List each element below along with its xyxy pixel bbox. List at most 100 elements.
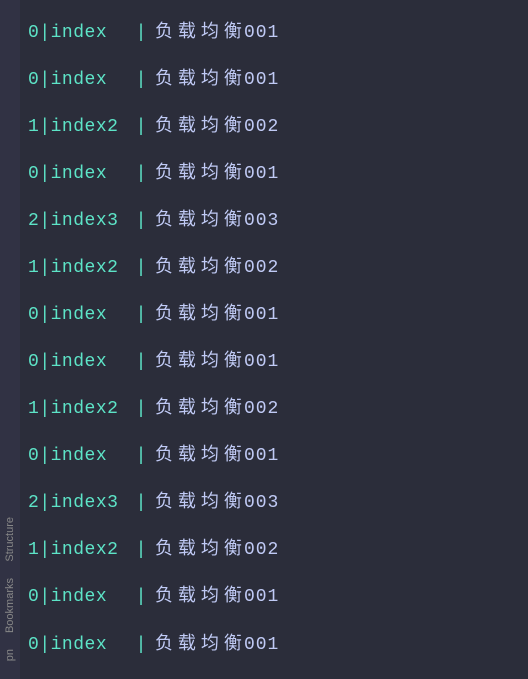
pipe-separator: | xyxy=(39,587,50,609)
process-id: 1 xyxy=(28,540,39,562)
log-message-number: 001 xyxy=(244,70,279,92)
column-separator: | xyxy=(136,352,147,374)
pipe-separator: | xyxy=(39,399,50,421)
process-name: index xyxy=(51,587,136,609)
pipe-separator: | xyxy=(39,352,50,374)
process-id: 0 xyxy=(28,446,39,468)
log-message-number: 002 xyxy=(244,117,279,139)
column-separator: | xyxy=(136,23,147,45)
log-line: 0|index| 负载均衡001 xyxy=(28,352,520,374)
pipe-separator: | xyxy=(39,446,50,468)
column-separator: | xyxy=(136,70,147,92)
sidebar-tab-npm[interactable]: pn xyxy=(2,641,18,669)
pipe-separator: | xyxy=(39,258,50,280)
log-line: 0|index| 负载均衡001 xyxy=(28,70,520,92)
process-id: 0 xyxy=(28,635,39,657)
sidebar-tab-label: Bookmarks xyxy=(4,578,16,633)
process-name: index2 xyxy=(51,117,136,139)
column-separator: | xyxy=(136,117,147,139)
process-id: 0 xyxy=(28,305,39,327)
log-message-number: 002 xyxy=(244,258,279,280)
process-name: index xyxy=(51,164,136,186)
pipe-separator: | xyxy=(39,117,50,139)
log-line: 1|index2| 负载均衡002 xyxy=(28,540,520,562)
process-name: index xyxy=(51,23,136,45)
process-id: 0 xyxy=(28,352,39,374)
column-separator: | xyxy=(136,258,147,280)
log-message: 负载均衡 xyxy=(155,117,247,139)
process-name: index3 xyxy=(51,211,136,233)
column-separator: | xyxy=(136,540,147,562)
log-line: 1|index2| 负载均衡002 xyxy=(28,117,520,139)
log-line: 0|index| 负载均衡001 xyxy=(28,164,520,186)
process-id: 1 xyxy=(28,399,39,421)
log-message: 负载均衡 xyxy=(155,540,247,562)
column-separator: | xyxy=(136,211,147,233)
pipe-separator: | xyxy=(39,70,50,92)
log-message: 负载均衡 xyxy=(155,399,247,421)
log-message: 负载均衡 xyxy=(155,493,247,515)
process-id: 1 xyxy=(28,258,39,280)
process-name: index2 xyxy=(51,399,136,421)
log-line: 0|index| 负载均衡001 xyxy=(28,635,520,657)
pipe-separator: | xyxy=(39,305,50,327)
log-line: 1|index2| 负载均衡002 xyxy=(28,258,520,280)
sidebar-tab-label: Structure xyxy=(4,517,16,562)
log-line: 1|index2| 负载均衡002 xyxy=(28,399,520,421)
sidebar-tab-structure[interactable]: Structure xyxy=(2,509,18,570)
process-id: 0 xyxy=(28,587,39,609)
pipe-separator: | xyxy=(39,23,50,45)
log-message: 负载均衡 xyxy=(155,446,247,468)
log-message-number: 001 xyxy=(244,352,279,374)
log-message: 负载均衡 xyxy=(155,635,247,657)
log-message-number: 001 xyxy=(244,164,279,186)
console-output[interactable]: 0|index| 负载均衡0010|index| 负载均衡0011|index2… xyxy=(20,0,528,679)
log-message-number: 003 xyxy=(244,211,279,233)
log-message-number: 003 xyxy=(244,493,279,515)
process-name: index2 xyxy=(51,540,136,562)
log-line: 0|index| 负载均衡001 xyxy=(28,23,520,45)
log-line: 0|index| 负载均衡001 xyxy=(28,587,520,609)
log-message: 负载均衡 xyxy=(155,164,247,186)
log-line: 0|index| 负载均衡001 xyxy=(28,305,520,327)
column-separator: | xyxy=(136,399,147,421)
process-id: 2 xyxy=(28,493,39,515)
process-id: 1 xyxy=(28,117,39,139)
log-message-number: 001 xyxy=(244,305,279,327)
log-line: 2|index3| 负载均衡003 xyxy=(28,211,520,233)
log-line: 0|index| 负载均衡001 xyxy=(28,446,520,468)
column-separator: | xyxy=(136,587,147,609)
process-id: 2 xyxy=(28,211,39,233)
column-separator: | xyxy=(136,635,147,657)
log-message: 负载均衡 xyxy=(155,305,247,327)
log-message-number: 001 xyxy=(244,635,279,657)
column-separator: | xyxy=(136,305,147,327)
process-name: index xyxy=(51,305,136,327)
column-separator: | xyxy=(136,446,147,468)
log-line: 2|index3| 负载均衡003 xyxy=(28,493,520,515)
pipe-separator: | xyxy=(39,211,50,233)
log-message: 负载均衡 xyxy=(155,587,247,609)
log-message: 负载均衡 xyxy=(155,352,247,374)
pipe-separator: | xyxy=(39,493,50,515)
log-message-number: 002 xyxy=(244,540,279,562)
column-separator: | xyxy=(136,164,147,186)
sidebar-tab-bookmarks[interactable]: Bookmarks xyxy=(2,570,18,641)
log-message: 负载均衡 xyxy=(155,211,247,233)
process-id: 0 xyxy=(28,23,39,45)
process-id: 0 xyxy=(28,164,39,186)
pipe-separator: | xyxy=(39,635,50,657)
log-message: 负载均衡 xyxy=(155,23,247,45)
process-name: index2 xyxy=(51,258,136,280)
column-separator: | xyxy=(136,493,147,515)
log-message-number: 001 xyxy=(244,23,279,45)
pipe-separator: | xyxy=(39,540,50,562)
process-name: index xyxy=(51,446,136,468)
log-message-number: 001 xyxy=(244,587,279,609)
process-name: index xyxy=(51,70,136,92)
process-name: index3 xyxy=(51,493,136,515)
ide-sidebar: Structure Bookmarks pn xyxy=(0,0,20,679)
process-name: index xyxy=(51,352,136,374)
log-message-number: 001 xyxy=(244,446,279,468)
log-message: 负载均衡 xyxy=(155,258,247,280)
